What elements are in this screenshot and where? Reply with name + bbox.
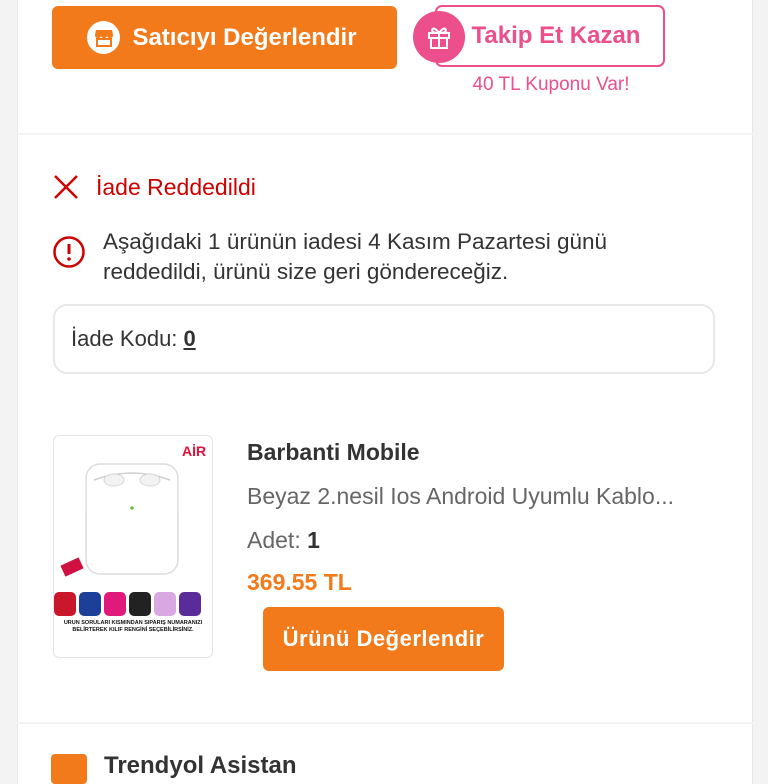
- return-code-box: İade Kodu: 0: [53, 304, 715, 374]
- return-status-title: İade Reddedildi: [96, 173, 256, 200]
- rate-seller-button[interactable]: Satıcıyı Değerlendir: [52, 6, 397, 69]
- product-image-badge: AİR: [182, 443, 206, 459]
- assistant-icon: [51, 754, 87, 784]
- store-icon: [87, 21, 120, 54]
- close-icon: [54, 175, 78, 199]
- product-image-caption: ÜRÜN SORULARI KISMINDAN SİPARİŞ NUMARANI…: [63, 620, 203, 633]
- product-quantity: Adet: 1: [247, 527, 320, 554]
- assistant-title[interactable]: Trendyol Asistan: [104, 752, 297, 780]
- return-code-label: İade Kodu:: [71, 326, 178, 351]
- assistant-card: Trendyol Asistan: [17, 724, 753, 784]
- coupon-text: 40 TL Kuponu Var!: [472, 74, 630, 95]
- return-message: Aşağıdaki 1 ürünün iadesi 4 Kasım Pazart…: [103, 229, 608, 284]
- return-info: Aşağıdaki 1 ürünün iadesi 4 Kasım Pazart…: [52, 227, 703, 287]
- follow-and-earn-button[interactable]: Takip Et Kazan: [435, 5, 665, 67]
- seller-name[interactable]: Barbanti Mobile: [247, 439, 420, 466]
- return-code-value[interactable]: 0: [183, 326, 195, 352]
- info-icon: [53, 236, 85, 268]
- gift-icon: [413, 11, 465, 63]
- follow-label: Takip Et Kazan: [471, 22, 641, 49]
- seller-actions-card: Satıcıyı Değerlendir Takip Et Kazan 40 T…: [17, 0, 753, 133]
- quantity-label: Adet:: [247, 527, 301, 553]
- product-name[interactable]: Beyaz 2.nesil Ios Android Uyumlu Kablo..…: [247, 483, 725, 510]
- return-status: İade Reddedildi: [52, 173, 256, 201]
- product-image[interactable]: AİR ÜRÜN SORULARI KISMINDAN SİPARİŞ NUMA…: [53, 435, 213, 658]
- rate-product-button[interactable]: Ürünü Değerlendir: [263, 607, 504, 671]
- return-card: İade Reddedildi Aşağıdaki 1 ürünün iades…: [17, 135, 753, 722]
- product-price: 369.55 TL: [247, 569, 352, 595]
- rate-seller-label: Satıcıyı Değerlendir: [132, 23, 357, 51]
- quantity-value: 1: [307, 527, 320, 553]
